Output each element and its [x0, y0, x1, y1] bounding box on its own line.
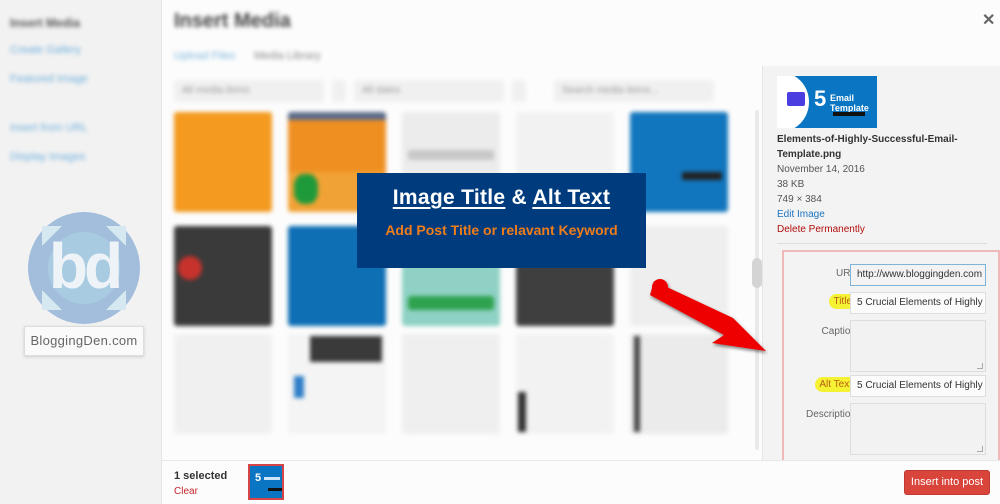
search-media-input[interactable]: Search media items... — [554, 80, 714, 102]
close-icon[interactable]: ✕ — [982, 10, 995, 30]
details-divider — [777, 243, 987, 244]
sidebar-link-featured-image[interactable]: Featured Image — [10, 73, 88, 85]
insert-into-post-button[interactable]: Insert into post — [904, 470, 990, 495]
attachment-details-panel: 5 Email Template Elements-of-Highly-Succ… — [762, 66, 1000, 460]
sidebar-link-display-images[interactable]: Display Images — [10, 151, 85, 163]
sidebar-link-insert-from-url[interactable]: Insert from URL — [10, 122, 88, 134]
selection-count: 1 selected — [174, 470, 228, 482]
tab-media-library[interactable]: Media Library — [254, 50, 321, 62]
media-item[interactable] — [288, 334, 386, 434]
delete-permanently-link[interactable]: Delete Permanently — [777, 224, 865, 235]
modal-title: Insert Media — [174, 10, 291, 32]
attachment-filename: Elements-of-Highly-Successful-Email-Temp… — [777, 134, 958, 160]
media-type-filter[interactable]: All media items — [174, 80, 324, 102]
thumbnail-number: 5 — [814, 86, 827, 111]
tab-upload-files[interactable]: Upload Files — [174, 50, 235, 62]
attachment-fields-highlight: URL http://www.bloggingden.com Title 5 C… — [782, 250, 1000, 460]
attachment-thumbnail: 5 Email Template — [777, 76, 877, 128]
attachment-dimensions: 749 × 384 — [777, 194, 822, 205]
thumbnail-label: Email Template — [830, 93, 869, 113]
media-item[interactable] — [174, 112, 272, 212]
description-field[interactable] — [850, 403, 986, 455]
logo-letters: bd — [48, 230, 123, 302]
selected-thumb-number: 5 — [255, 472, 262, 484]
logo-badge: BloggingDen.com — [24, 326, 144, 356]
media-toolbar: 1 selected Clear 5 Insert into post — [162, 460, 1000, 504]
alt-text-field[interactable]: 5 Crucial Elements of Highly Successful … — [850, 375, 986, 397]
annotation-banner: Image Title & Alt Text Add Post Title or… — [357, 173, 646, 268]
sidebar-title: Insert Media — [10, 16, 81, 30]
attachment-date: November 14, 2016 — [777, 164, 865, 175]
media-item[interactable] — [516, 334, 614, 434]
sidebar-link-create-gallery[interactable]: Create Gallery — [10, 44, 81, 56]
media-item[interactable] — [174, 334, 272, 434]
date-filter[interactable]: All dates — [354, 80, 504, 102]
banner-title-ampersand: & — [511, 186, 527, 209]
screenshot-root: Insert Media Create Gallery Featured Ima… — [0, 0, 1000, 504]
bloggingden-logo: bd BloggingDen.com — [24, 212, 144, 357]
banner-title-image-title: Image Title — [392, 186, 506, 209]
media-item[interactable] — [402, 334, 500, 434]
type-filter-arrow[interactable] — [332, 80, 346, 102]
selected-thumb-bar — [268, 488, 282, 491]
attachment-size: 38 KB — [777, 179, 805, 190]
clear-selection-link[interactable]: Clear — [174, 486, 198, 497]
banner-subtitle: Add Post Title or relavant Keyword — [385, 222, 618, 238]
description-label: Description — [805, 409, 856, 420]
caption-field[interactable] — [850, 320, 986, 372]
selected-thumb-line — [264, 477, 280, 480]
url-field[interactable]: http://www.bloggingden.com — [850, 264, 986, 286]
selected-attachment-thumbnail[interactable]: 5 — [248, 464, 284, 500]
red-arrow-icon — [650, 279, 766, 351]
date-filter-arrow[interactable] — [512, 80, 526, 102]
title-field[interactable]: 5 Crucial Elements of Highly Successful … — [850, 292, 986, 314]
media-item[interactable] — [174, 226, 272, 326]
media-sidebar: Insert Media Create Gallery Featured Ima… — [0, 0, 162, 504]
edit-image-link[interactable]: Edit Image — [777, 209, 825, 220]
thumbnail-bar — [833, 112, 865, 116]
email-envelope-icon — [787, 92, 805, 106]
banner-title: Image Title & Alt Text — [357, 186, 646, 210]
banner-title-alt-text: Alt Text — [532, 186, 611, 209]
